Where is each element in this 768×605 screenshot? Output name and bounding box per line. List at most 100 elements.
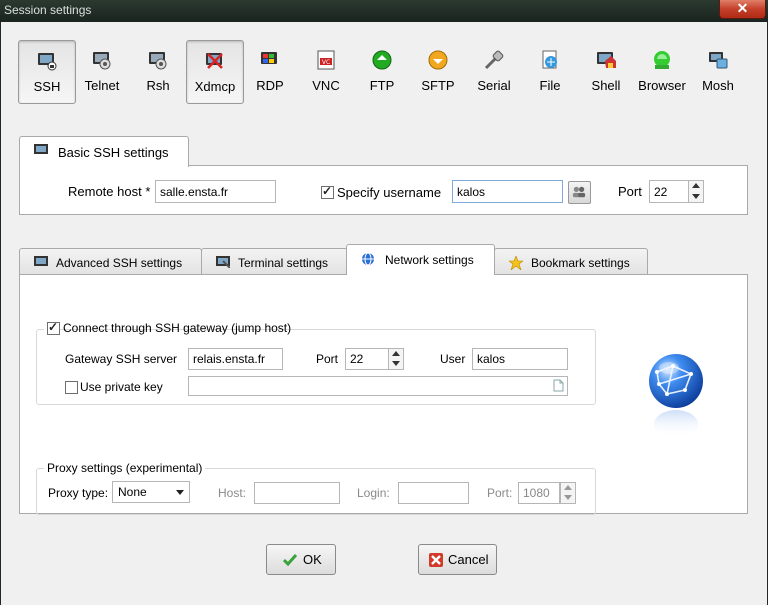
gateway-checkbox[interactable]: ✓ xyxy=(47,320,60,335)
private-key-checkbox[interactable] xyxy=(65,381,78,394)
protocol-label: Rsh xyxy=(146,78,170,93)
session-settings-dialog: SSH Telnet Rsh Xdmcp RDP VC VNC FTP SFTP xyxy=(1,22,767,605)
tab-terminal-settings[interactable]: Terminal settings xyxy=(201,248,348,275)
remote-host-input[interactable] xyxy=(155,180,276,203)
users-icon xyxy=(572,186,586,198)
protocol-label: Xdmcp xyxy=(194,79,236,94)
gateway-server-label: Gateway SSH server xyxy=(65,352,178,366)
protocol-label: SSH xyxy=(33,79,61,94)
gateway-server-input[interactable] xyxy=(188,348,283,370)
username-input[interactable] xyxy=(452,180,563,203)
proxy-type-select[interactable]: None xyxy=(112,481,190,503)
tab-advanced-ssh-settings[interactable]: Advanced SSH settings xyxy=(19,248,202,275)
stepper-down-icon xyxy=(392,361,400,366)
protocol-label: SFTP xyxy=(421,78,455,93)
protocol-label: File xyxy=(539,78,561,93)
title-bar: Session settings ✕ xyxy=(0,0,768,22)
ok-button[interactable]: OK xyxy=(266,544,336,575)
file-icon xyxy=(542,50,557,69)
protocol-serial[interactable]: Serial xyxy=(466,40,522,102)
serial-icon xyxy=(484,50,504,70)
gateway-port-input[interactable] xyxy=(345,348,389,370)
window-title: Session settings xyxy=(4,3,92,17)
tab-bookmark-settings[interactable]: Bookmark settings xyxy=(494,248,648,275)
gateway-user-label: User xyxy=(440,352,466,366)
sftp-icon xyxy=(428,50,448,70)
protocol-sftp[interactable]: SFTP xyxy=(410,40,466,102)
tab-label: Advanced SSH settings xyxy=(56,256,183,270)
protocol-label: Serial xyxy=(477,78,511,93)
protocol-mosh[interactable]: Mosh xyxy=(690,40,746,102)
ftp-icon xyxy=(372,50,392,70)
tab-basic-ssh-settings[interactable]: Basic SSH settings xyxy=(19,136,189,167)
specify-username-label: Specify username xyxy=(337,185,442,200)
mosh-icon xyxy=(709,52,728,69)
protocol-file[interactable]: File xyxy=(522,40,578,102)
stepper-up-icon xyxy=(392,351,400,356)
protocol-shell[interactable]: Shell xyxy=(578,40,634,102)
proxy-port-label: Port: xyxy=(487,486,513,500)
protocol-ssh[interactable]: SSH xyxy=(18,40,76,104)
terminal-icon xyxy=(34,144,48,154)
check-mark-icon: ✓ xyxy=(322,184,333,198)
protocol-label: Shell xyxy=(591,78,621,93)
port-stepper[interactable] xyxy=(688,180,704,203)
close-button[interactable]: ✕ xyxy=(719,0,766,19)
port-label: Port xyxy=(618,184,642,199)
xdmcp-icon xyxy=(206,53,223,69)
proxy-host-input[interactable] xyxy=(254,482,340,504)
tab-label: Terminal settings xyxy=(238,256,329,270)
browse-file-icon[interactable] xyxy=(553,379,564,392)
protocol-rdp[interactable]: RDP xyxy=(242,40,298,102)
protocol-xdmcp[interactable]: Xdmcp xyxy=(186,40,244,104)
tab-label: Basic SSH settings xyxy=(58,145,169,160)
star-icon xyxy=(509,256,523,270)
port-input[interactable] xyxy=(649,180,689,203)
specify-username-checkbox[interactable]: ✓ xyxy=(321,184,334,199)
network-settings-panel: ✓ Connect through SSH gateway (jump host… xyxy=(19,274,748,515)
remote-host-label: Remote host * xyxy=(68,184,151,199)
proxy-group-label: Proxy settings (experimental) xyxy=(44,461,206,475)
cancel-button-label: Cancel xyxy=(448,552,489,567)
ok-button-label: OK xyxy=(303,552,322,567)
ssh-icon xyxy=(38,53,57,71)
terminal-settings-icon xyxy=(216,256,230,268)
protocol-label: VNC xyxy=(312,78,340,93)
private-key-label: Use private key xyxy=(80,380,163,394)
protocol-label: FTP xyxy=(369,78,395,93)
tab-label: Bookmark settings xyxy=(531,256,630,270)
protocol-vnc[interactable]: VC VNC xyxy=(298,40,354,102)
stepper-up-icon xyxy=(564,485,572,490)
proxy-login-label: Login: xyxy=(357,486,390,500)
check-mark-icon: ✓ xyxy=(48,320,59,334)
protocol-label: RDP xyxy=(256,78,284,93)
protocol-browser[interactable]: Browser xyxy=(634,40,690,102)
proxy-port-input[interactable] xyxy=(518,482,560,504)
user-manager-button[interactable] xyxy=(568,181,591,204)
basic-settings-panel: Remote host * ✓ Specify username Port xyxy=(19,165,748,215)
cancel-button[interactable]: Cancel xyxy=(418,544,497,575)
vnc-icon: VC xyxy=(317,50,335,70)
rdp-icon xyxy=(261,52,277,64)
gateway-user-input[interactable] xyxy=(472,348,568,370)
gateway-port-stepper[interactable] xyxy=(388,348,404,370)
telnet-icon xyxy=(93,52,111,70)
proxy-port-stepper[interactable] xyxy=(560,482,576,504)
proxy-login-input[interactable] xyxy=(398,482,469,504)
protocol-label: Browser xyxy=(638,78,686,93)
protocol-rsh[interactable]: Rsh xyxy=(130,40,186,102)
tab-label: Network settings xyxy=(385,253,474,267)
private-key-input[interactable] xyxy=(188,376,568,396)
stepper-down-icon xyxy=(564,495,572,500)
protocol-ftp[interactable]: FTP xyxy=(354,40,410,102)
tab-network-settings[interactable]: Network settings xyxy=(346,244,495,275)
gateway-group-header: ✓ Connect through SSH gateway (jump host… xyxy=(44,320,291,336)
check-icon xyxy=(283,554,297,567)
protocol-telnet[interactable]: Telnet xyxy=(74,40,130,102)
cancel-icon xyxy=(429,553,443,567)
protocol-label: Mosh xyxy=(702,78,734,93)
gateway-port-label: Port xyxy=(316,352,339,366)
stepper-up-icon xyxy=(692,183,700,188)
proxy-type-value: None xyxy=(118,485,147,499)
terminal-icon xyxy=(34,256,48,266)
